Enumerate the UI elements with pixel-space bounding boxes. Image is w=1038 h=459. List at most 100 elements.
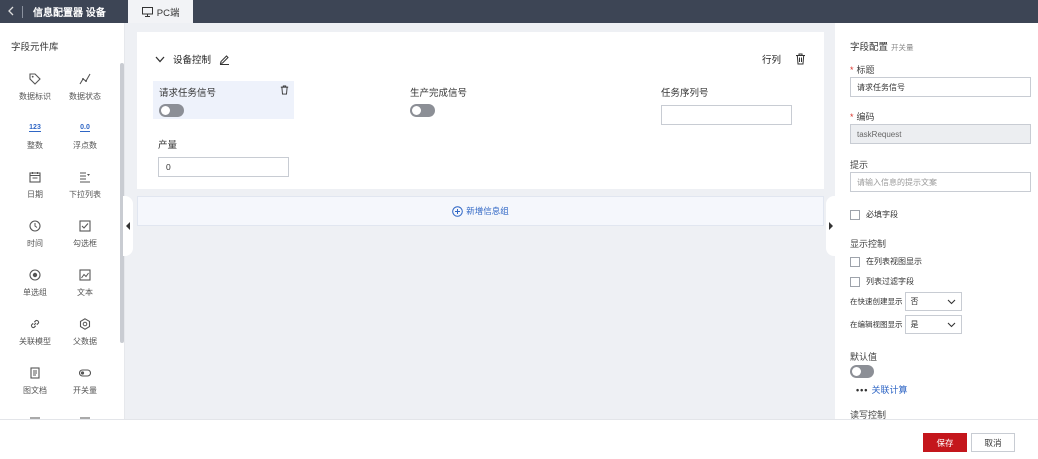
component-parent-data[interactable]: 父数据: [60, 316, 110, 354]
trash-icon[interactable]: [795, 53, 806, 65]
field-label: 任务序列号: [661, 88, 709, 99]
component-radio[interactable]: 单选组: [10, 267, 60, 305]
trend-icon: [77, 71, 93, 87]
group-header: 设备控制: [155, 52, 230, 66]
checkbox-box[interactable]: [850, 209, 860, 220]
component-data-status[interactable]: 数据状态: [60, 71, 110, 109]
row-col-button[interactable]: 行列: [762, 52, 781, 66]
code-input: taskRequest: [850, 124, 1031, 144]
radio-icon: [27, 267, 43, 283]
config-subtitle: 开关量: [891, 43, 914, 52]
component-dropdown[interactable]: 下拉列表: [60, 169, 110, 207]
cancel-button[interactable]: 取消: [971, 433, 1015, 452]
field-complete-signal[interactable]: 生产完成信号: [410, 85, 467, 117]
field-config-panel: 字段配置 开关量 * 标题 请求任务信号 * 编码 taskRequest 提示 请输…: [836, 23, 1038, 419]
component-label: 父数据: [73, 337, 97, 346]
component-date[interactable]: 日期: [10, 169, 60, 207]
required-checkbox[interactable]: 必填字段: [850, 209, 898, 220]
checkbox-box[interactable]: [850, 276, 860, 287]
checkbox-box[interactable]: [850, 256, 860, 267]
field-label: 产量: [158, 140, 178, 151]
top-bar: 信息配置器 设备 PC端: [0, 0, 1038, 23]
field-label: 请求任务信号: [159, 88, 217, 99]
chevron-down-icon[interactable]: [155, 56, 165, 63]
edit-view-row: 在编辑视图显示 是: [850, 315, 962, 334]
tab-label: PC端: [156, 7, 180, 19]
component-label: 勾选框: [73, 239, 97, 248]
add-group-label: 新增信息组: [466, 206, 509, 216]
caret-right-icon: [829, 222, 833, 230]
field-output: 产量 0: [158, 137, 289, 177]
text-icon: [77, 267, 93, 283]
request-signal-toggle[interactable]: [159, 104, 184, 117]
title-input[interactable]: 请求任务信号: [850, 77, 1031, 97]
default-value-toggle[interactable]: [850, 365, 874, 378]
component-label: 关联模型: [19, 337, 51, 346]
component-label: 下拉列表: [69, 190, 101, 199]
clock-icon: [27, 218, 43, 234]
ellipsis-icon: •••: [856, 385, 869, 395]
component-checkbox[interactable]: 勾选框: [60, 218, 110, 256]
complete-signal-toggle[interactable]: [410, 104, 435, 117]
default-value-label: 默认值: [850, 352, 878, 362]
integer-icon: 123: [29, 124, 41, 132]
related-calc-link[interactable]: ••• 关联计算: [856, 383, 907, 396]
edit-icon[interactable]: [219, 54, 230, 65]
collapse-right-handle[interactable]: [826, 196, 836, 256]
code-label: * 编码: [850, 112, 875, 122]
collapse-left-handle[interactable]: [123, 196, 133, 256]
chevron-down-icon: [947, 322, 955, 327]
field-request-signal[interactable]: 请求任务信号: [153, 81, 294, 119]
document-icon: [27, 365, 43, 381]
component-integer[interactable]: 123 整数: [10, 120, 60, 158]
component-linked-model[interactable]: 关联模型: [10, 316, 60, 354]
component-label: 单选组: [23, 288, 47, 297]
component-label: 时间: [27, 239, 43, 248]
component-time[interactable]: 时间: [10, 218, 60, 256]
footer-bar: 保存 取消: [0, 419, 1038, 459]
component-label: 开关量: [73, 386, 97, 395]
trash-icon[interactable]: [280, 85, 289, 95]
config-title: 字段配置 开关量: [850, 42, 914, 53]
gear-icon: [77, 316, 93, 332]
group-title: 设备控制: [173, 55, 212, 66]
component-label: 数据标识: [19, 92, 51, 101]
rw-control-heading: 读写控制: [850, 410, 887, 419]
field-label: 生产完成信号: [410, 88, 468, 99]
component-label: 图文档: [23, 386, 47, 395]
component-data-id[interactable]: 数据标识: [10, 71, 60, 109]
quick-create-label: 在快速创建显示: [850, 297, 903, 306]
component-label: 整数: [27, 141, 43, 150]
monitor-icon: [141, 6, 153, 17]
show-in-list-checkbox[interactable]: 在列表视图显示: [850, 256, 922, 267]
output-input[interactable]: 0: [158, 157, 289, 177]
hint-input[interactable]: 请输入信息的提示文案: [850, 172, 1031, 192]
float-icon: 0.0: [80, 124, 90, 132]
tag-icon: [27, 71, 43, 87]
component-switch[interactable]: 开关量: [60, 365, 110, 403]
back-button[interactable]: [0, 4, 22, 19]
edit-view-select[interactable]: 是: [904, 315, 962, 334]
checkbox-icon: [77, 218, 93, 234]
quick-create-select[interactable]: 否: [904, 292, 962, 311]
component-float[interactable]: 0.0 浮点数: [60, 120, 110, 158]
add-info-group-button[interactable]: 新增信息组: [137, 196, 824, 226]
title-label: * 标题: [850, 65, 875, 75]
chevron-down-icon: [947, 299, 955, 304]
field-library-panel: 字段元件库 数据标识 数据状态 123 整数 0.0 浮点数 日期 下拉列表 时…: [0, 23, 125, 419]
calendar-icon: [27, 169, 43, 185]
dropdown-list-icon: [77, 169, 93, 185]
link-icon: [27, 316, 43, 332]
caret-left-icon: [126, 222, 130, 230]
tab-pc[interactable]: PC端: [127, 0, 194, 23]
component-label: 浮点数: [73, 141, 97, 150]
task-serial-input[interactable]: [661, 105, 792, 125]
component-document[interactable]: 图文档: [10, 365, 60, 403]
component-text[interactable]: 文本: [60, 267, 110, 305]
save-button[interactable]: 保存: [923, 433, 967, 452]
switch-icon: [77, 365, 93, 381]
chevron-left-icon: [8, 6, 14, 16]
edit-view-label: 在编辑视图显示: [850, 320, 903, 329]
list-filter-checkbox[interactable]: 列表过滤字段: [850, 276, 914, 287]
component-grid: 数据标识 数据状态 123 整数 0.0 浮点数 日期 下拉列表 时间 勾选框: [10, 71, 110, 419]
